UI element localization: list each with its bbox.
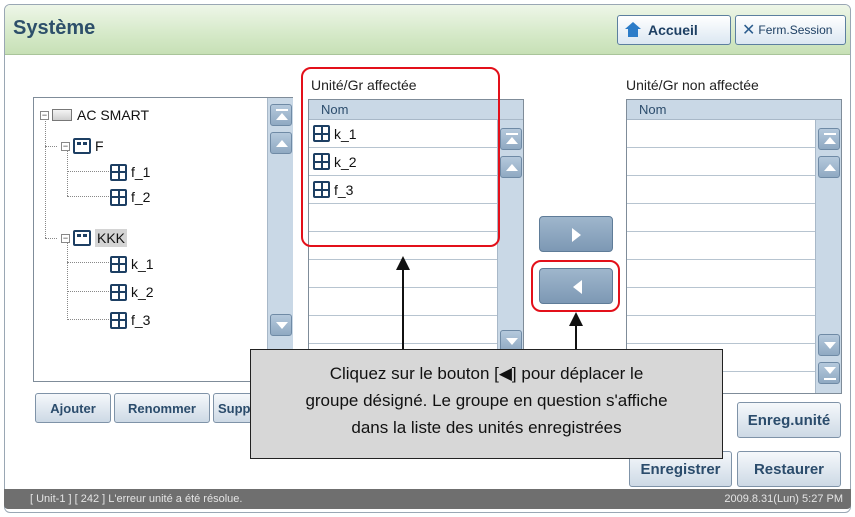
tree-node-label: k_1 (131, 256, 154, 272)
collapse-icon[interactable]: − (61, 141, 70, 151)
tree-node-label: f_3 (131, 312, 151, 328)
callout-line: Cliquez sur le bouton [◀] pour déplacer … (329, 364, 644, 383)
restore-button[interactable]: Restaurer (737, 451, 841, 487)
tree-node-label: F (95, 138, 104, 154)
list-item-empty (627, 120, 817, 148)
status-message: [ Unit-1 ] [ 242 ] L'erreur unité a été … (30, 493, 243, 505)
tree-node-group[interactable]: − F (61, 135, 104, 157)
tree-node-unit[interactable]: f_1 (110, 161, 150, 183)
list-item-empty (627, 176, 817, 204)
unit-icon (110, 255, 127, 273)
unit-icon (110, 188, 127, 206)
unit-icon (110, 163, 127, 181)
tree-node-label-selected: KKK (95, 229, 128, 247)
tree-node-root[interactable]: − AC SMART (40, 104, 149, 126)
move-right-button[interactable] (539, 216, 613, 252)
list-item-empty (627, 260, 817, 288)
logout-button[interactable]: ✕ Ferm.Session (735, 15, 846, 45)
close-icon: ✕ (742, 22, 756, 39)
collapse-icon[interactable]: − (40, 110, 49, 120)
list-item-empty (627, 316, 817, 344)
list-item-empty (627, 232, 817, 260)
assigned-scrollbar[interactable] (497, 120, 523, 383)
home-button-label: Accueil (648, 22, 698, 38)
group-tree: − AC SMART − F f_1 f_2 − KKK k_1 k_2 f_3 (33, 97, 293, 382)
tree-node-label: f_1 (131, 164, 151, 180)
scroll-up-button[interactable] (500, 156, 522, 178)
tree-node-group[interactable]: − KKK (61, 227, 128, 249)
scroll-top-button[interactable] (500, 128, 522, 150)
add-button[interactable]: Ajouter (35, 393, 111, 423)
scroll-up-button[interactable] (270, 132, 292, 154)
tree-node-unit[interactable]: f_3 (110, 309, 150, 331)
page-title: Système (13, 17, 96, 39)
tree-node-label: k_2 (131, 284, 154, 300)
scroll-top-button[interactable] (818, 128, 840, 150)
logout-button-label: Ferm.Session (758, 23, 833, 37)
callout-line: groupe désigné. Le groupe en question s'… (305, 391, 668, 410)
ac-unit-icon (52, 109, 72, 121)
save-unit-button[interactable]: Enreg.unité (737, 402, 841, 438)
status-datetime: 2009.8.31(Lun) 5:27 PM (724, 493, 843, 505)
scroll-down-button[interactable] (270, 314, 292, 336)
tree-scrollbar[interactable] (267, 98, 293, 381)
tree-node-unit[interactable]: f_2 (110, 186, 150, 208)
list-item-empty (627, 148, 817, 176)
rename-button[interactable]: Renommer (114, 393, 210, 423)
scroll-down-button[interactable] (818, 334, 840, 356)
tree-node-unit[interactable]: k_2 (110, 281, 154, 303)
group-icon (73, 230, 91, 246)
pointer-arrow-line (402, 268, 404, 354)
tree-node-unit[interactable]: k_1 (110, 253, 154, 275)
scroll-top-button[interactable] (270, 104, 292, 126)
list-item-empty (627, 288, 817, 316)
unit-icon (110, 283, 127, 301)
list-item-empty (627, 204, 817, 232)
scroll-bottom-button[interactable] (818, 362, 840, 384)
tree-node-label: f_2 (131, 189, 151, 205)
highlight-assigned (301, 67, 500, 247)
list-item-empty (309, 288, 499, 316)
unassigned-scrollbar[interactable] (815, 120, 841, 393)
title-bar: Système Accueil ✕ Ferm.Session (5, 5, 850, 55)
unassigned-title: Unité/Gr non affectée (626, 77, 759, 93)
callout-line: dans la liste des unités enregistrées (351, 418, 622, 437)
highlight-move-left (531, 260, 620, 312)
scroll-up-button[interactable] (818, 156, 840, 178)
list-item-empty (309, 316, 499, 344)
home-icon (624, 22, 642, 38)
arrow-right-icon (572, 228, 581, 242)
collapse-icon[interactable]: − (61, 233, 70, 243)
status-bar: [ Unit-1 ] [ 242 ] L'erreur unité a été … (4, 489, 851, 509)
home-button[interactable]: Accueil (617, 15, 731, 45)
tooltip-callout: Cliquez sur le bouton [◀] pour déplacer … (250, 349, 723, 459)
group-icon (73, 138, 91, 154)
unassigned-column-header: Nom (627, 100, 841, 120)
unit-icon (110, 311, 127, 329)
tree-node-label: AC SMART (77, 107, 150, 123)
